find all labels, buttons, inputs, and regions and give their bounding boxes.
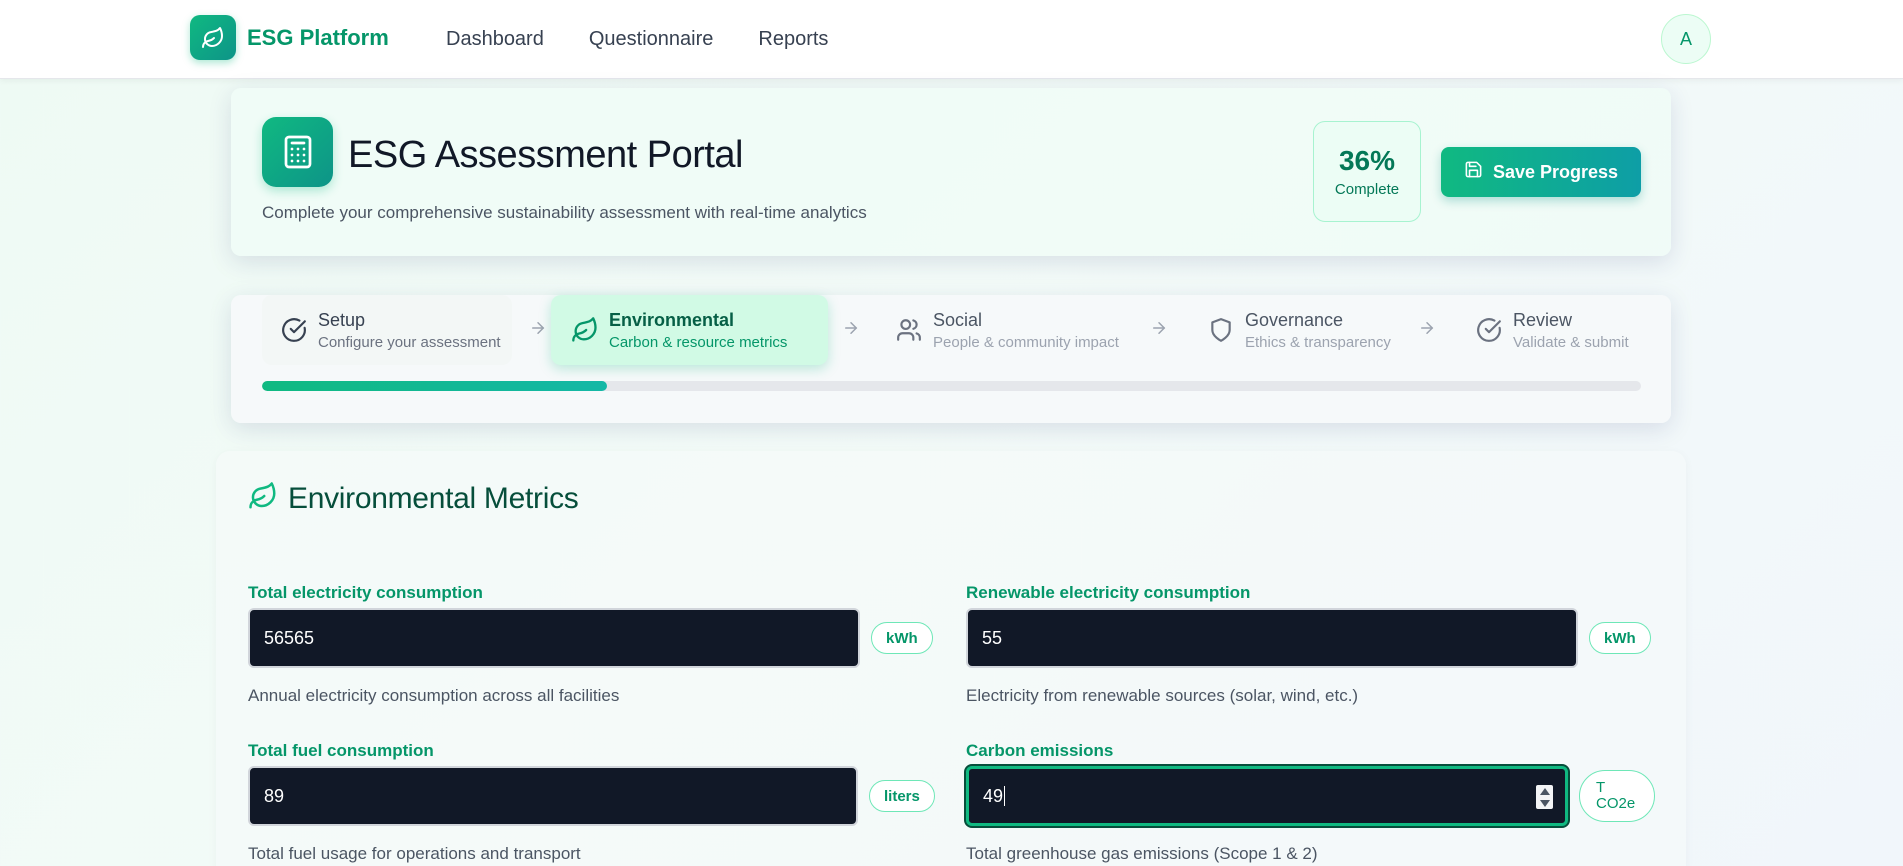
field-renewable-electricity: Renewable electricity consumption 55 kWh… [966,583,1651,706]
nav-links: Dashboard Questionnaire Reports [446,0,873,79]
field-help: Total greenhouse gas emissions (Scope 1 … [966,844,1318,863]
section-title: Environmental Metrics [288,481,579,515]
renewable-electricity-input[interactable]: 55 [966,608,1578,668]
step-title: Review [1513,309,1573,330]
save-progress-button[interactable]: Save Progress [1441,147,1641,197]
step-title: Setup [318,309,366,330]
unit-badge: kWh [1589,622,1651,654]
input-value: 56565 [264,627,315,648]
check-circle-icon [280,316,308,344]
arrow-right-icon [1417,318,1437,338]
nav-link-dashboard[interactable]: Dashboard [446,28,544,51]
arrow-right-icon [841,318,861,338]
spinner-up-icon[interactable] [1539,787,1550,795]
field-help: Annual electricity consumption across al… [248,686,620,705]
field-label: Carbon emissions [966,741,1114,760]
assessment-stepper: Setup Configure your assessment Environm… [231,295,1671,423]
field-label: Total electricity consumption [248,583,483,602]
field-label: Total fuel consumption [248,741,434,760]
field-label: Renewable electricity consumption [966,583,1251,602]
check-circle-icon [1475,316,1503,344]
completion-label: Complete [1334,181,1400,198]
nav-link-reports[interactable]: Reports [758,28,828,51]
top-navbar: ESG Platform Dashboard Questionnaire Rep… [0,0,1903,79]
users-icon [895,316,923,344]
leaf-icon [190,15,236,60]
field-help: Electricity from renewable sources (sola… [966,686,1359,705]
step-title: Environmental [609,309,735,330]
unit-badge: liters [869,780,935,812]
leaf-icon [571,316,599,344]
avatar[interactable]: A [1661,14,1711,64]
step-description: Configure your assessment [318,333,501,351]
input-value: 89 [264,785,285,806]
number-spinner[interactable] [1536,785,1553,809]
calculator-icon [262,117,333,187]
step-description: People & community impact [933,333,1119,351]
field-carbon-emissions: Carbon emissions 49 T CO2e Total greenho… [966,741,1655,864]
completion-badge: 36% Complete [1313,121,1421,222]
page-title: ESG Assessment Portal [348,134,744,176]
total-electricity-input[interactable]: 56565 [248,608,860,668]
unit-badge: T CO2e [1579,770,1655,822]
environmental-metrics-section: Environmental Metrics Total electricity … [216,451,1686,866]
input-value: 49 [983,785,1004,806]
step-social[interactable]: Social People & community impact [883,295,1123,365]
carbon-emissions-input[interactable]: 49 [966,766,1568,826]
spinner-down-icon[interactable] [1539,799,1550,807]
page-subtitle: Complete your comprehensive sustainabili… [262,203,867,222]
progress-bar-fill [262,381,607,391]
step-title: Governance [1245,309,1344,330]
step-environmental[interactable]: Environmental Carbon & resource metrics [551,295,828,365]
total-fuel-input[interactable]: 89 [248,766,858,826]
nav-link-questionnaire[interactable]: Questionnaire [589,28,714,51]
step-description: Carbon & resource metrics [609,333,788,351]
brand-name: ESG Platform [247,24,389,50]
unit-badge: kWh [871,622,933,654]
step-governance[interactable]: Governance Ethics & transparency [1195,295,1395,365]
field-total-electricity: Total electricity consumption 56565 kWh … [248,583,933,706]
step-setup[interactable]: Setup Configure your assessment [262,295,512,365]
arrow-right-icon [528,318,548,338]
text-caret [1004,786,1006,806]
section-header: Environmental Metrics [248,481,579,516]
input-value: 55 [982,627,1003,648]
save-icon [1464,160,1483,184]
field-help: Total fuel usage for operations and tran… [248,844,581,863]
completion-value: 36% [1338,145,1396,176]
brand[interactable]: ESG Platform [190,15,389,60]
field-total-fuel: Total fuel consumption 89 liters Total f… [248,741,935,864]
portal-header-card: ESG Assessment Portal Complete your comp… [231,88,1671,256]
save-progress-label: Save Progress [1492,161,1619,182]
shield-icon [1207,316,1235,344]
step-title: Social [933,309,983,330]
step-description: Ethics & transparency [1245,333,1391,351]
step-review[interactable]: Review Validate & submit [1463,295,1663,365]
step-description: Validate & submit [1513,333,1629,351]
arrow-right-icon [1149,318,1169,338]
leaf-icon [248,481,278,516]
progress-bar [262,381,1641,391]
